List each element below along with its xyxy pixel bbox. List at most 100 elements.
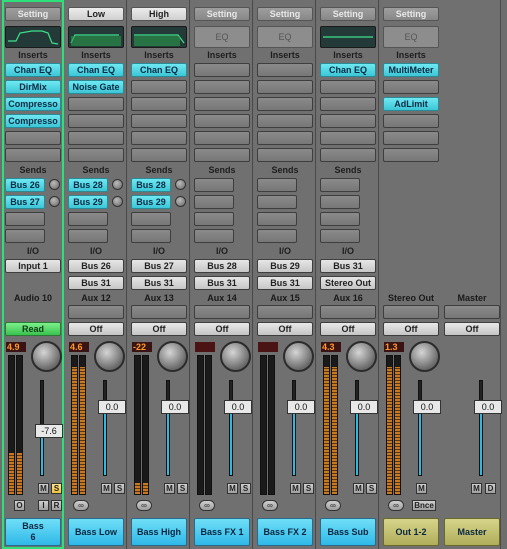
mute-button[interactable]: M [164, 483, 175, 494]
channel-strip-aux-12[interactable]: Low Inserts Chan EQ Noise Gate Sends Bus… [65, 0, 127, 549]
insert-slot-empty[interactable] [194, 97, 250, 111]
insert-slot-empty[interactable] [131, 97, 187, 111]
send-level-knob[interactable] [112, 179, 123, 190]
peak-level-display[interactable]: 4.6 [69, 342, 89, 352]
setting-button[interactable]: Setting [320, 7, 376, 21]
channel-name-button[interactable]: Bass 6 [5, 518, 61, 546]
insert-slot-empty[interactable] [257, 80, 313, 94]
fader-value[interactable]: 0.0 [161, 400, 189, 414]
send-slot-empty[interactable] [194, 178, 234, 192]
insert-slot-empty[interactable] [320, 97, 376, 111]
fader-value[interactable]: 0.0 [98, 400, 126, 414]
automation-mode-button[interactable]: Off [320, 322, 376, 336]
channel-strip-aux-13[interactable]: High Inserts Chan EQ Sends Bus 28 Bus 29… [128, 0, 190, 549]
input-slot[interactable]: Bus 26 [68, 259, 124, 273]
group-slot[interactable] [194, 305, 250, 319]
mute-button[interactable]: M [38, 483, 49, 494]
link-icon[interactable]: ∞ [325, 500, 341, 511]
insert-slot-empty[interactable] [131, 114, 187, 128]
send-level-knob[interactable] [175, 196, 186, 207]
mute-button[interactable]: M [471, 483, 482, 494]
send-slot-empty[interactable] [194, 229, 234, 243]
record-enable-button[interactable]: R [51, 500, 62, 511]
input-slot[interactable]: Bus 29 [257, 259, 313, 273]
fader-value[interactable]: -7.6 [35, 424, 63, 438]
insert-slot-empty[interactable] [131, 80, 187, 94]
solo-button[interactable]: S [240, 483, 251, 494]
channel-name-button[interactable]: Out 1-2 [383, 518, 439, 546]
insert-slot-empty[interactable] [320, 148, 376, 162]
eq-slot[interactable]: EQ [383, 26, 439, 48]
group-slot[interactable] [320, 305, 376, 319]
insert-slot-empty[interactable] [257, 114, 313, 128]
eq-thumbnail[interactable] [5, 26, 61, 48]
send-slot-empty[interactable] [131, 212, 171, 226]
fader-value[interactable]: 0.0 [287, 400, 315, 414]
channel-name-button[interactable]: Bass Low [68, 518, 124, 546]
pan-knob[interactable] [346, 341, 377, 372]
fader-value[interactable]: 0.0 [474, 400, 502, 414]
eq-thumbnail[interactable] [320, 26, 376, 48]
eq-thumbnail[interactable] [68, 26, 124, 48]
automation-mode-button[interactable]: Off [444, 322, 500, 336]
send-level-knob[interactable] [49, 196, 60, 207]
fader-value[interactable]: 0.0 [224, 400, 252, 414]
send-slot-2[interactable]: Bus 27 [5, 195, 45, 209]
insert-slot-1[interactable]: Chan EQ [5, 63, 61, 77]
setting-button[interactable]: Setting [5, 7, 61, 21]
input-slot[interactable]: Bus 31 [320, 259, 376, 273]
bounce-button[interactable]: Bnce [412, 500, 436, 511]
insert-slot-empty[interactable] [194, 114, 250, 128]
channel-strip-audio-10[interactable]: Setting Inserts Chan EQ DirMix Compresso… [2, 0, 64, 549]
send-slot-empty[interactable] [257, 178, 297, 192]
group-slot[interactable] [68, 305, 124, 319]
insert-slot-empty[interactable] [320, 114, 376, 128]
automation-mode-button[interactable]: Off [257, 322, 313, 336]
send-slot-1[interactable]: Bus 28 [68, 178, 108, 192]
output-slot[interactable]: Bus 31 [131, 276, 187, 290]
solo-button[interactable]: S [177, 483, 188, 494]
channel-name-button[interactable]: Bass FX 2 [257, 518, 313, 546]
send-slot-2[interactable]: Bus 29 [68, 195, 108, 209]
mute-button[interactable]: M [290, 483, 301, 494]
link-icon[interactable]: ∞ [73, 500, 89, 511]
volume-fader[interactable] [355, 380, 359, 476]
send-slot-empty[interactable] [5, 212, 45, 226]
volume-fader[interactable] [479, 380, 483, 476]
insert-slot-2[interactable]: Noise Gate [68, 80, 124, 94]
link-icon[interactable]: ∞ [262, 500, 278, 511]
mute-button[interactable]: M [101, 483, 112, 494]
link-icon[interactable]: ∞ [136, 500, 152, 511]
insert-slot-empty[interactable] [68, 114, 124, 128]
solo-button[interactable]: S [303, 483, 314, 494]
insert-slot-empty[interactable] [320, 131, 376, 145]
insert-slot-empty[interactable] [68, 97, 124, 111]
input-slot[interactable]: Bus 27 [131, 259, 187, 273]
channel-name-button[interactable]: Bass FX 1 [194, 518, 250, 546]
send-slot-empty[interactable] [320, 178, 360, 192]
eq-slot[interactable]: EQ [194, 26, 250, 48]
insert-slot-empty[interactable] [257, 97, 313, 111]
peak-level-display[interactable]: 1.3 [384, 342, 404, 352]
peak-level-display[interactable]: -22 [132, 342, 152, 352]
pan-knob[interactable] [157, 341, 188, 372]
automation-mode-button[interactable]: Off [131, 322, 187, 336]
automation-mode-button[interactable]: Read [5, 322, 61, 336]
peak-level-display[interactable] [258, 342, 278, 352]
send-slot-empty[interactable] [68, 229, 108, 243]
setting-button[interactable]: High [131, 7, 187, 21]
group-slot[interactable] [131, 305, 187, 319]
send-slot-empty[interactable] [320, 195, 360, 209]
send-slot-2[interactable]: Bus 29 [131, 195, 171, 209]
send-level-knob[interactable] [49, 179, 60, 190]
send-slot-1[interactable]: Bus 28 [131, 178, 171, 192]
volume-fader[interactable] [292, 380, 296, 476]
output-slot[interactable]: Bus 31 [68, 276, 124, 290]
solo-button[interactable]: S [366, 483, 377, 494]
solo-button[interactable]: S [51, 483, 62, 494]
send-slot-empty[interactable] [257, 195, 297, 209]
insert-slot-empty[interactable] [68, 148, 124, 162]
send-slot-empty[interactable] [320, 212, 360, 226]
pan-knob[interactable] [94, 341, 125, 372]
insert-slot-empty[interactable] [383, 80, 439, 94]
